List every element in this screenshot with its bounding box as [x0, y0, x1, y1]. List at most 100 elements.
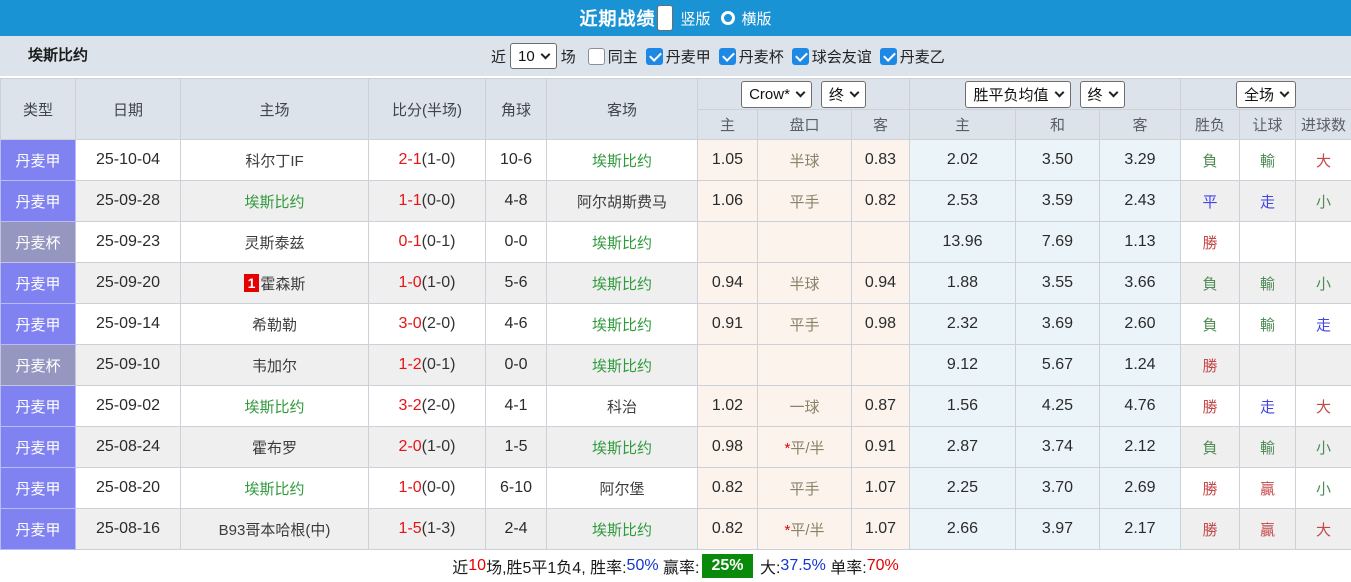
- result-cell: 勝: [1181, 386, 1240, 427]
- avg-home-cell: 2.87: [910, 427, 1016, 468]
- full-time-score: 1-5: [399, 520, 422, 537]
- header-score: 比分(半场): [369, 79, 486, 140]
- half-time-score: (0-1): [422, 233, 456, 250]
- goals-result-cell: 小: [1296, 263, 1351, 304]
- handicap-cell: *平/半: [758, 427, 852, 468]
- home-team-cell: 霍布罗: [181, 427, 369, 468]
- avg-odds-group-header: 胜平负均值 终: [910, 79, 1181, 110]
- recent-count-value: 10: [518, 48, 535, 65]
- goals-result-cell: [1296, 222, 1351, 263]
- radio-horizontal-layout[interactable]: 横版: [721, 8, 772, 29]
- avg-away-cell: 2.60: [1100, 304, 1181, 345]
- recent-count-select[interactable]: 10: [510, 43, 557, 69]
- crow-home-odds-cell: 1.05: [698, 140, 758, 181]
- score-cell: 1-0(1-0): [369, 263, 486, 304]
- subheader-crow-home: 主: [698, 110, 758, 140]
- handicap-cell: *平/半: [758, 509, 852, 550]
- recent-label: 近: [491, 46, 506, 67]
- full-time-score: 1-2: [399, 356, 422, 373]
- avg-draw-cell: 3.50: [1016, 140, 1100, 181]
- home-team-name: 埃斯比约: [244, 399, 304, 416]
- chevron-down-icon: [1054, 87, 1064, 97]
- table-row: 丹麦甲 25-09-20 1霍森斯 1-0(1-0) 5-6 埃斯比约 0.94…: [1, 263, 1351, 304]
- avg-draw-cell: 3.55: [1016, 263, 1100, 304]
- summary-segment: 25%: [702, 554, 752, 578]
- crow-home-odds-cell: 1.02: [698, 386, 758, 427]
- away-team-cell: 埃斯比约: [547, 427, 698, 468]
- home-team-name: 灵斯泰兹: [244, 235, 304, 252]
- away-team-cell: 埃斯比约: [547, 140, 698, 181]
- away-team-name: 埃斯比约: [592, 440, 652, 457]
- subheader-avg-home: 主: [910, 110, 1016, 140]
- checkbox-danmark-2nd[interactable]: [880, 48, 897, 65]
- odds-company-value: Crow*: [749, 86, 790, 103]
- avg-type-select[interactable]: 胜平负均值: [965, 81, 1070, 108]
- goals-result-cell: 小: [1296, 181, 1351, 222]
- date-cell: 25-09-10: [76, 345, 181, 386]
- summary-segment: 近: [452, 554, 468, 578]
- league-cell: 丹麦杯: [1, 222, 76, 263]
- results-table: 类型 日期 主场 比分(半场) 角球 客场 Crow* 终: [0, 78, 1351, 550]
- handicap-result-cell: 贏: [1240, 468, 1296, 509]
- layout-radio-group: 竖版横版: [655, 5, 771, 31]
- crow-away-odds-cell: 1.07: [852, 509, 910, 550]
- score-cell: 1-0(0-0): [369, 468, 486, 509]
- league-cell: 丹麦甲: [1, 140, 76, 181]
- radio-circle-icon: [721, 11, 735, 25]
- checkbox-club-friendly[interactable]: [792, 48, 809, 65]
- avg-time-select[interactable]: 终: [1080, 81, 1125, 108]
- avg-draw-cell: 3.70: [1016, 468, 1100, 509]
- checkbox-danmark-cup[interactable]: [719, 48, 736, 65]
- checkbox-same-home[interactable]: [588, 48, 605, 65]
- date-cell: 25-08-20: [76, 468, 181, 509]
- odds-company-select[interactable]: Crow*: [741, 81, 812, 108]
- goals-result-cell: [1296, 345, 1351, 386]
- away-team-name: 埃斯比约: [592, 358, 652, 375]
- page-title: 近期战绩: [579, 5, 655, 31]
- home-rank-badge: 1: [244, 274, 260, 292]
- table-row: 丹麦杯 25-09-10 韦加尔 1-2(0-1) 0-0 埃斯比约 9.12 …: [1, 345, 1351, 386]
- home-team-cell: B93哥本哈根(中): [181, 509, 369, 550]
- table-row: 丹麦甲 25-08-20 埃斯比约 1-0(0-0) 6-10 阿尔堡 0.82…: [1, 468, 1351, 509]
- score-cell: 3-0(2-0): [369, 304, 486, 345]
- crow-away-odds-cell: 0.87: [852, 386, 910, 427]
- goals-result-cell: 走: [1296, 304, 1351, 345]
- result-cell: 勝: [1181, 222, 1240, 263]
- league-filter-group: 同主丹麦甲丹麦杯球会友谊丹麦乙: [580, 46, 945, 67]
- checkbox-danmark-1st[interactable]: [646, 48, 663, 65]
- table-row: 丹麦甲 25-08-16 B93哥本哈根(中) 1-5(1-3) 2-4 埃斯比…: [1, 509, 1351, 550]
- away-team-cell: 阿尔胡斯费马: [547, 181, 698, 222]
- league-cell: 丹麦甲: [1, 181, 76, 222]
- handicap-result-cell: 輸: [1240, 263, 1296, 304]
- league-cell: 丹麦甲: [1, 427, 76, 468]
- score-cell: 1-2(0-1): [369, 345, 486, 386]
- handicap-result-cell: 走: [1240, 386, 1296, 427]
- home-team-name: 埃斯比约: [244, 194, 304, 211]
- scope-select[interactable]: 全场: [1236, 81, 1296, 108]
- away-team-name: 埃斯比约: [592, 522, 652, 539]
- goals-result-cell: 小: [1296, 427, 1351, 468]
- checkbox-label-danmark-1st: 丹麦甲: [666, 46, 711, 67]
- avg-away-cell: 4.76: [1100, 386, 1181, 427]
- avg-home-cell: 2.66: [910, 509, 1016, 550]
- crow-away-odds-cell: [852, 222, 910, 263]
- handicap-value: 平手: [789, 317, 819, 334]
- result-cell: 勝: [1181, 345, 1240, 386]
- away-team-cell: 埃斯比约: [547, 345, 698, 386]
- handicap-cell: 平手: [758, 304, 852, 345]
- half-time-score: (2-0): [422, 397, 456, 414]
- radio-vertical-layout[interactable]: 竖版: [657, 5, 710, 31]
- corner-cell: 6-10: [486, 468, 547, 509]
- radio-label: 竖版: [680, 8, 710, 29]
- away-team-name: 埃斯比约: [592, 235, 652, 252]
- avg-away-cell: 3.29: [1100, 140, 1181, 181]
- filter-bar: 埃斯比约 近 10 场 同主丹麦甲丹麦杯球会友谊丹麦乙: [0, 36, 1351, 78]
- chevron-down-icon: [1108, 87, 1118, 97]
- chevron-down-icon: [540, 49, 550, 59]
- goals-result-cell: 大: [1296, 509, 1351, 550]
- date-cell: 25-09-23: [76, 222, 181, 263]
- subheader-handicap-result: 让球: [1240, 110, 1296, 140]
- home-team-name: 霍森斯: [260, 276, 305, 293]
- odds-time-select[interactable]: 终: [821, 81, 866, 108]
- handicap-value: 平/半: [790, 522, 824, 539]
